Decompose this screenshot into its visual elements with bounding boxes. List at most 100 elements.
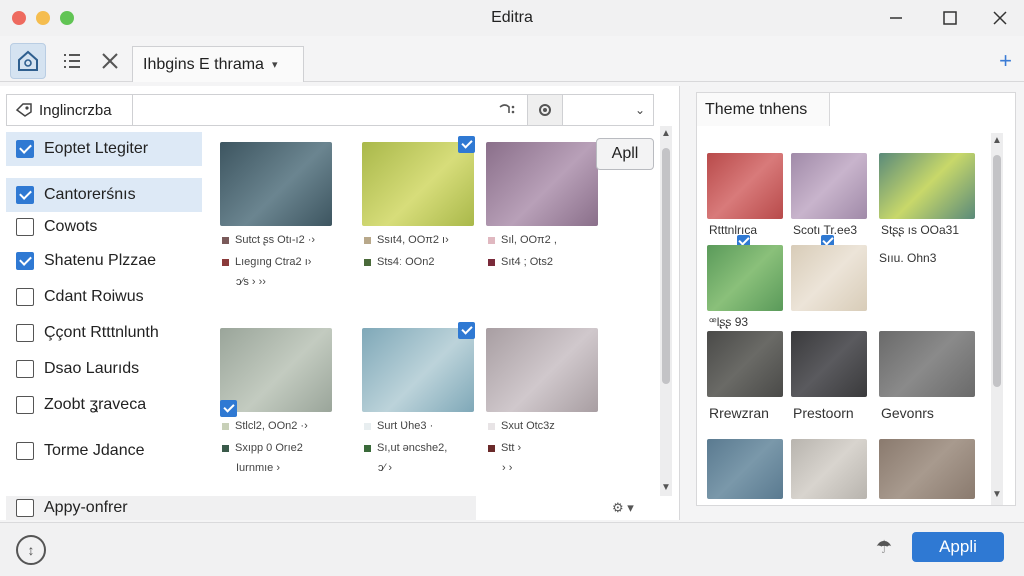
theme-scrollbar[interactable]: ▲ ▼ [991, 133, 1003, 505]
color-swatch-icon [222, 444, 229, 452]
swatch-tile[interactable] [486, 328, 598, 412]
swatch-tile[interactable] [362, 328, 474, 412]
theme-label: Rrewzran [709, 405, 769, 421]
window-title: Editra [491, 9, 533, 26]
swatch-meta: Sı,ut əncshe2, [364, 442, 447, 454]
home-icon[interactable] [10, 43, 46, 79]
swatch-meta-text: Sxut Otc3z [501, 420, 555, 432]
list-item-bottom[interactable]: Appy-onfrer [6, 496, 476, 520]
theme-dropdown-tab[interactable]: Ihbgins E thrama ▾ [132, 46, 304, 82]
swatch-meta: Sutct ʂs Otı-ı2 ·› [222, 234, 315, 246]
checkbox[interactable] [16, 442, 34, 460]
list-item-label: Appy-onfrer [44, 499, 128, 516]
filter-item[interactable]: Dsao Laurıds [6, 352, 202, 386]
filter-item-label: Zoobt ʓraveca [44, 396, 147, 413]
scroll-down-icon[interactable]: ▼ [661, 482, 671, 493]
gear-icon[interactable]: ⚙ ▾ [612, 500, 634, 516]
swatch-tile[interactable] [362, 142, 474, 226]
scroll-thumb[interactable] [993, 155, 1001, 387]
theme-tile[interactable] [791, 439, 867, 499]
filter-item[interactable]: Torme Jdance [6, 434, 202, 468]
footer: ↕ ☂ Appli [0, 522, 1024, 576]
theme-tile[interactable] [879, 439, 975, 499]
color-swatch-icon [364, 258, 371, 266]
swatch-meta-text: Stt › [501, 442, 522, 454]
theme-tile[interactable] [791, 331, 867, 397]
swatch-meta: Stlcl2, OOn2 ·› [222, 420, 308, 432]
scroll-down-icon[interactable]: ▼ [992, 489, 1002, 500]
checkbox[interactable] [16, 499, 34, 517]
theme-dropdown-label: Ihbgins E thrama [143, 55, 264, 73]
left-panel: Inglincrzba ⌄ Eoptet Ltegiter Cantorerśnı… [0, 86, 680, 520]
checkbox[interactable] [16, 288, 34, 306]
color-swatch-icon [488, 444, 495, 452]
apply-small-button[interactable]: Apll [596, 138, 654, 170]
maximize-icon[interactable] [936, 6, 964, 30]
filter-item[interactable]: Eoptet Ltegiter [6, 132, 202, 166]
filter-item-label: Cowots [44, 218, 98, 235]
theme-tile[interactable] [879, 331, 975, 397]
checkbox[interactable] [16, 324, 34, 342]
tag-icon [15, 103, 32, 117]
close-icon[interactable] [986, 6, 1014, 30]
checkbox[interactable] [16, 218, 34, 236]
theme-tile[interactable] [879, 153, 975, 219]
info-icon[interactable]: ↕ [16, 535, 46, 565]
swatch-tile[interactable] [486, 142, 598, 226]
swatch-meta: Sıt4 ; Ots2 [488, 256, 553, 268]
swatch-meta-text: Surt Ʋhe3 · [377, 420, 434, 432]
swatch-meta: Surt Ʋhe3 · [364, 420, 433, 432]
filter-item[interactable]: Cowots [6, 210, 202, 244]
scroll-up-icon[interactable]: ▲ [661, 128, 671, 139]
scroll-thumb[interactable] [662, 148, 670, 384]
swatch-meta-text: Sutct ʂs Otı-ı2 ·› [235, 234, 316, 246]
theme-tile[interactable] [707, 331, 783, 397]
swatch-extra: Iurnmıe › [236, 462, 281, 474]
swatch-meta: Stt › [488, 442, 521, 454]
filter-item-label: Cdant Roiwus [44, 288, 144, 305]
theme-tab[interactable]: Theme tnhens [696, 92, 830, 126]
theme-tile[interactable] [707, 245, 783, 311]
scroll-up-icon[interactable]: ▲ [992, 135, 1002, 146]
checkbox[interactable] [16, 140, 34, 158]
filter-item[interactable]: Shatenu Plzzae [6, 244, 202, 278]
minimize-icon[interactable] [882, 6, 910, 30]
title-bar: Editra [0, 0, 1024, 36]
theme-tile[interactable] [791, 153, 867, 219]
vertical-scrollbar[interactable]: ▲ ▼ [660, 126, 672, 496]
apply-button[interactable]: Appli [912, 532, 1004, 562]
filter-item[interactable]: Ççont Rtttnlunth [6, 316, 202, 350]
color-swatch-icon [222, 236, 229, 244]
filter-item[interactable]: Cdant Roiwus [6, 280, 202, 314]
checkbox[interactable] [16, 396, 34, 414]
checkbox[interactable] [16, 252, 34, 270]
check-icon[interactable] [458, 322, 475, 339]
checkbox[interactable] [16, 360, 34, 378]
plus-icon[interactable]: + [999, 48, 1012, 74]
swatch-extra: ɔ⁄s › ›› [236, 276, 266, 288]
swatch-tile[interactable] [220, 328, 332, 412]
theme-tile[interactable] [707, 153, 783, 219]
toolbar: Ihbgins E thrama ▾ + [0, 40, 1024, 82]
swatch-tile[interactable] [220, 142, 332, 226]
theme-tile[interactable] [791, 245, 867, 311]
list-icon[interactable] [54, 43, 90, 79]
check-icon[interactable] [458, 136, 475, 153]
cloud-icon[interactable]: ☂ [876, 537, 892, 558]
search-input[interactable]: Inglincrzba [7, 95, 133, 125]
filter-item[interactable]: Zoobt ʓraveca [6, 388, 202, 422]
tools-icon[interactable] [92, 43, 128, 79]
filter-item-label: Torme Jdance [44, 442, 145, 459]
gear-icon[interactable] [527, 95, 563, 125]
theme-tile[interactable] [707, 439, 783, 499]
chevron-down-icon[interactable]: ⌄ [627, 95, 653, 125]
color-swatch-icon [222, 422, 229, 430]
check-icon[interactable] [220, 400, 237, 417]
filter-item[interactable]: Cantorerśnıs [6, 178, 202, 212]
theme-label: Rtttnlrıca [709, 223, 758, 237]
refresh-icon[interactable] [487, 95, 527, 125]
checkbox[interactable] [16, 186, 34, 204]
app-window: Editra Ihbgins E thrama ▾ + Inglincrzba … [0, 0, 1024, 576]
swatch-meta: Sıl, OOπ2 , [488, 234, 557, 246]
swatch-grid: Sutct ʂs Otı-ı2 ·› Lıegıng Ctra2 ı› ɔ⁄s › … [216, 132, 652, 517]
